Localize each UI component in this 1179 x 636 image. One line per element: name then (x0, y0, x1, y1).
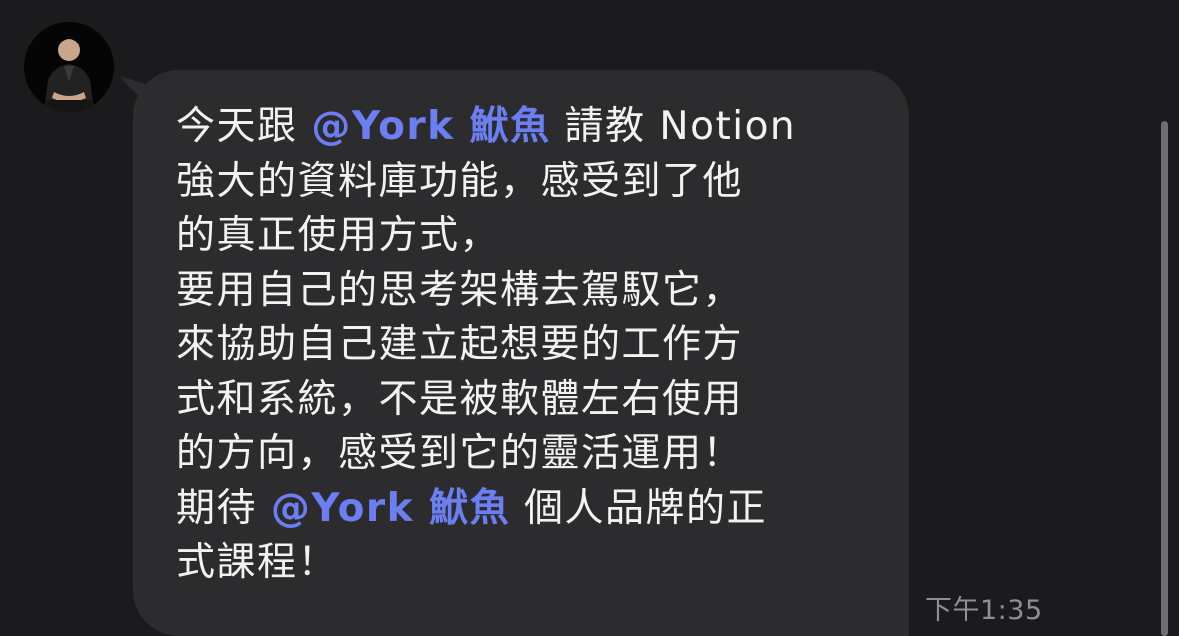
message-line: 來協助自己建立起想要的工作方 (176, 322, 744, 367)
message-line-text: 請教 Notion (550, 104, 797, 149)
scrollbar[interactable] (1161, 121, 1168, 636)
person-avatar-icon (24, 22, 114, 112)
mention-link[interactable]: @York 鮲魚 (271, 486, 510, 531)
chat-view: 今天跟 @York 鮲魚 請教 Notion 強大的資料庫功能，感受到了他 的真… (0, 0, 1179, 636)
message-line-text: 今天跟 (176, 104, 312, 149)
message-line-text: 個人品牌的正 (510, 485, 768, 531)
message-line: 式課程！ (176, 540, 339, 585)
message-line: 的方向，感受到它的靈活運用！ (176, 431, 744, 476)
message-line: 今天跟 @York 鮲魚 請教 Notion (176, 100, 896, 155)
mention-link[interactable]: @York 鮲魚 (311, 104, 550, 149)
message-line: 期待 @York 鮲魚 個人品牌的正 (176, 482, 896, 537)
message-line: 的真正使用方式， (176, 213, 501, 258)
message-line: 要用自己的思考架構去駕馭它， (176, 267, 744, 313)
avatar[interactable] (24, 22, 114, 112)
message-text: 今天跟 @York 鮲魚 請教 Notion 強大的資料庫功能，感受到了他 的真… (176, 100, 896, 591)
message-timestamp: 下午1:35 (925, 595, 1043, 626)
message-line-text: 期待 (176, 485, 271, 531)
message-line: 強大的資料庫功能，感受到了他 (176, 158, 744, 204)
message-line: 式和系統，不是被軟體左右使用 (176, 376, 744, 422)
